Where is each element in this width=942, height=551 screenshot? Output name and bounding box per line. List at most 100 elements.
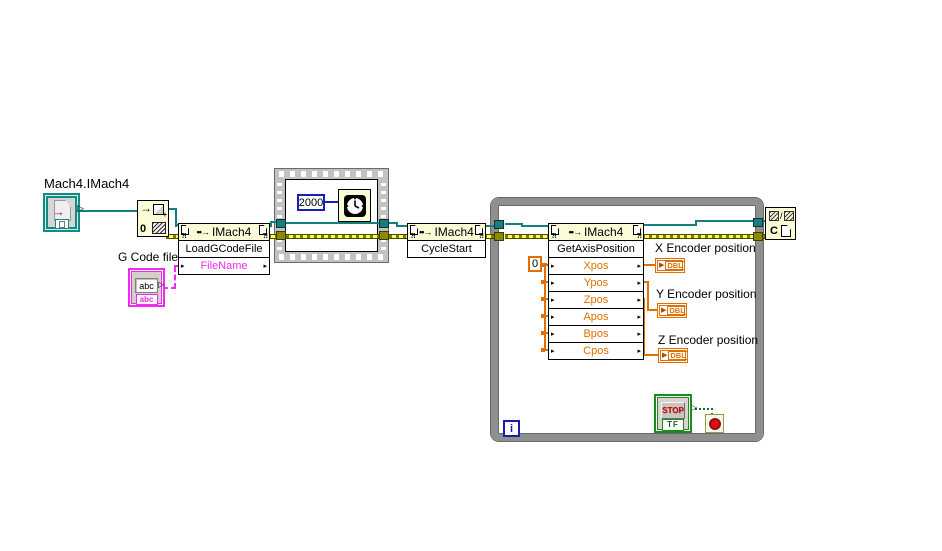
refnum-wire bbox=[286, 222, 380, 224]
invoke-class-title: IMach4 bbox=[434, 225, 474, 239]
loop-tunnel-error-right bbox=[753, 232, 763, 241]
open-zero-glyph: 0 bbox=[140, 223, 147, 235]
gcode-string-control[interactable]: abc ▷ abc bbox=[128, 268, 165, 307]
numeric-wire bbox=[544, 263, 546, 351]
sequence-tunnel-refnum-left bbox=[276, 219, 286, 228]
invoke-header: ?! ••→ IMach4 ?! bbox=[549, 224, 643, 240]
invoke-param-row-cpos[interactable]: ▸ Cpos ▸ bbox=[549, 342, 643, 359]
invoke-method-row[interactable]: LoadGCodeFile bbox=[179, 240, 269, 257]
param-out-arrow-icon: ▸ bbox=[637, 331, 641, 338]
invoke-node-loadgcodefile[interactable]: ?! ••→ IMach4 ?! LoadGCodeFile ▸ FileNam… bbox=[178, 223, 270, 275]
invoke-node-getaxisposition[interactable]: ?! ••→ IMach4 ?! GetAxisPosition ▸ Xpos … bbox=[548, 223, 644, 360]
slash-glyph: / bbox=[780, 211, 783, 221]
param-out-arrow-icon: ▸ bbox=[637, 314, 641, 321]
wait-time-constant[interactable]: 2000 bbox=[297, 194, 325, 211]
stop-button-face: STOP TF bbox=[657, 397, 689, 431]
invoke-header: ?! ••→ IMach4 ?! bbox=[408, 224, 485, 240]
param-in-arrow-icon: ▸ bbox=[551, 348, 555, 355]
loop-condition-terminal[interactable] bbox=[705, 414, 724, 433]
hatched-square-icon bbox=[769, 211, 779, 221]
stop-button-plate[interactable]: STOP bbox=[661, 402, 685, 419]
refnum-wire bbox=[396, 225, 407, 227]
error-out-icon: ?! bbox=[262, 233, 268, 240]
page-icon bbox=[780, 225, 791, 237]
refnum-wire bbox=[695, 220, 754, 222]
param-in-arrow-icon: ▸ bbox=[181, 263, 185, 270]
refnum-type-tab bbox=[54, 219, 69, 229]
dbl-type-text: DBL bbox=[668, 351, 688, 360]
gcode-file-label: G Code file bbox=[118, 250, 179, 264]
refnum-wire bbox=[80, 210, 137, 212]
param-label: Cpos bbox=[583, 345, 609, 357]
indicator-arrow-icon: ▶ bbox=[659, 262, 665, 269]
wire-junction bbox=[541, 348, 545, 352]
error-wire bbox=[505, 234, 548, 239]
string-type-tab: abc bbox=[135, 294, 158, 305]
numeric-wire bbox=[325, 201, 338, 203]
y-encoder-indicator[interactable]: ▶ DBL bbox=[657, 303, 687, 318]
error-out-icon: ?! bbox=[636, 233, 642, 240]
param-label: FileName bbox=[200, 260, 248, 272]
boolean-type-tab: TF bbox=[662, 419, 684, 431]
automation-open-node[interactable]: → + 0 bbox=[137, 200, 169, 237]
param-out-arrow-icon: ▸ bbox=[637, 297, 641, 304]
invoke-method-row[interactable]: GetAxisPosition bbox=[549, 240, 643, 257]
refnum-arrow-icon: → bbox=[52, 204, 65, 219]
close-c-glyph: C bbox=[770, 225, 778, 237]
x-encoder-label: X Encoder position bbox=[655, 241, 756, 255]
invoke-param-row-xpos[interactable]: ▸ Xpos ▸ bbox=[549, 257, 643, 274]
mini-page-icon bbox=[58, 220, 65, 228]
x-encoder-indicator[interactable]: ▶ DBL bbox=[655, 258, 685, 273]
refnum-wire bbox=[642, 224, 697, 226]
sequence-tunnel-error-left bbox=[276, 231, 286, 240]
param-in-arrow-icon: ▸ bbox=[551, 280, 555, 287]
dbl-icon: ▶ DBL bbox=[659, 305, 687, 316]
invoke-arrow-icon: ••→ bbox=[568, 227, 582, 237]
z-encoder-indicator[interactable]: ▶ DBL bbox=[658, 348, 688, 363]
param-label: Bpos bbox=[583, 328, 609, 340]
dbl-type-text: DBL bbox=[665, 261, 685, 270]
string-value-box[interactable]: abc bbox=[135, 278, 158, 293]
wire-junction bbox=[541, 263, 545, 267]
invoke-param-row[interactable]: ▸ FileName ▸ bbox=[179, 257, 269, 274]
sequence-filmstrip-top bbox=[279, 171, 384, 177]
invoke-param-row-apos[interactable]: ▸ Apos ▸ bbox=[549, 308, 643, 325]
loop-tunnel-error-left bbox=[494, 232, 504, 241]
refnum-output-arrow-icon: ▷ bbox=[77, 203, 84, 213]
string-control-face: abc ▷ abc bbox=[131, 271, 164, 305]
invoke-param-row-zpos[interactable]: ▸ Zpos ▸ bbox=[549, 291, 643, 308]
z-encoder-label: Z Encoder position bbox=[658, 333, 759, 347]
invoke-param-row-ypos[interactable]: ▸ Ypos ▸ bbox=[549, 274, 643, 291]
indicator-arrow-icon: ▶ bbox=[662, 352, 668, 359]
refnum-wire bbox=[521, 225, 548, 227]
param-in-arrow-icon: ▸ bbox=[551, 263, 555, 270]
loop-iteration-terminal[interactable]: i bbox=[503, 420, 520, 437]
close-reference-node[interactable]: / C bbox=[765, 207, 796, 240]
sequence-filmstrip-bottom bbox=[279, 254, 384, 260]
param-in-arrow-icon: ▸ bbox=[551, 314, 555, 321]
dbl-type-text: DBL bbox=[667, 306, 687, 315]
error-out-icon: ?! bbox=[478, 233, 484, 240]
invoke-param-row-bpos[interactable]: ▸ Bpos ▸ bbox=[549, 325, 643, 342]
wait-ms-node[interactable] bbox=[338, 189, 371, 222]
param-label: Ypos bbox=[583, 277, 609, 289]
error-in-icon: ?! bbox=[551, 233, 557, 240]
loop-tunnel-refnum-left bbox=[494, 220, 504, 229]
param-label: Apos bbox=[583, 311, 609, 323]
stop-sign-icon bbox=[708, 417, 721, 430]
error-wire bbox=[286, 234, 380, 239]
open-arrow-icon: → bbox=[140, 201, 152, 215]
stop-button-label: STOP bbox=[662, 406, 684, 415]
automation-refnum-control[interactable]: → bbox=[43, 193, 80, 232]
param-out-arrow-icon: ▸ bbox=[637, 263, 641, 270]
invoke-header: ?! ••→ IMach4 ?! bbox=[179, 224, 269, 240]
invoke-class-title: IMach4 bbox=[583, 225, 624, 239]
axis-number-constant[interactable]: 0 bbox=[528, 256, 542, 272]
stop-button[interactable]: STOP TF bbox=[654, 394, 692, 433]
invoke-node-cyclestart[interactable]: ?! ••→ IMach4 ?! CycleStart bbox=[407, 223, 486, 258]
loop-tunnel-refnum-right bbox=[753, 218, 763, 227]
dbl-icon: ▶ DBL bbox=[657, 260, 685, 271]
invoke-class-title: IMach4 bbox=[211, 225, 252, 239]
invoke-method-row[interactable]: CycleStart bbox=[408, 240, 485, 257]
flat-sequence-structure[interactable] bbox=[274, 168, 389, 263]
